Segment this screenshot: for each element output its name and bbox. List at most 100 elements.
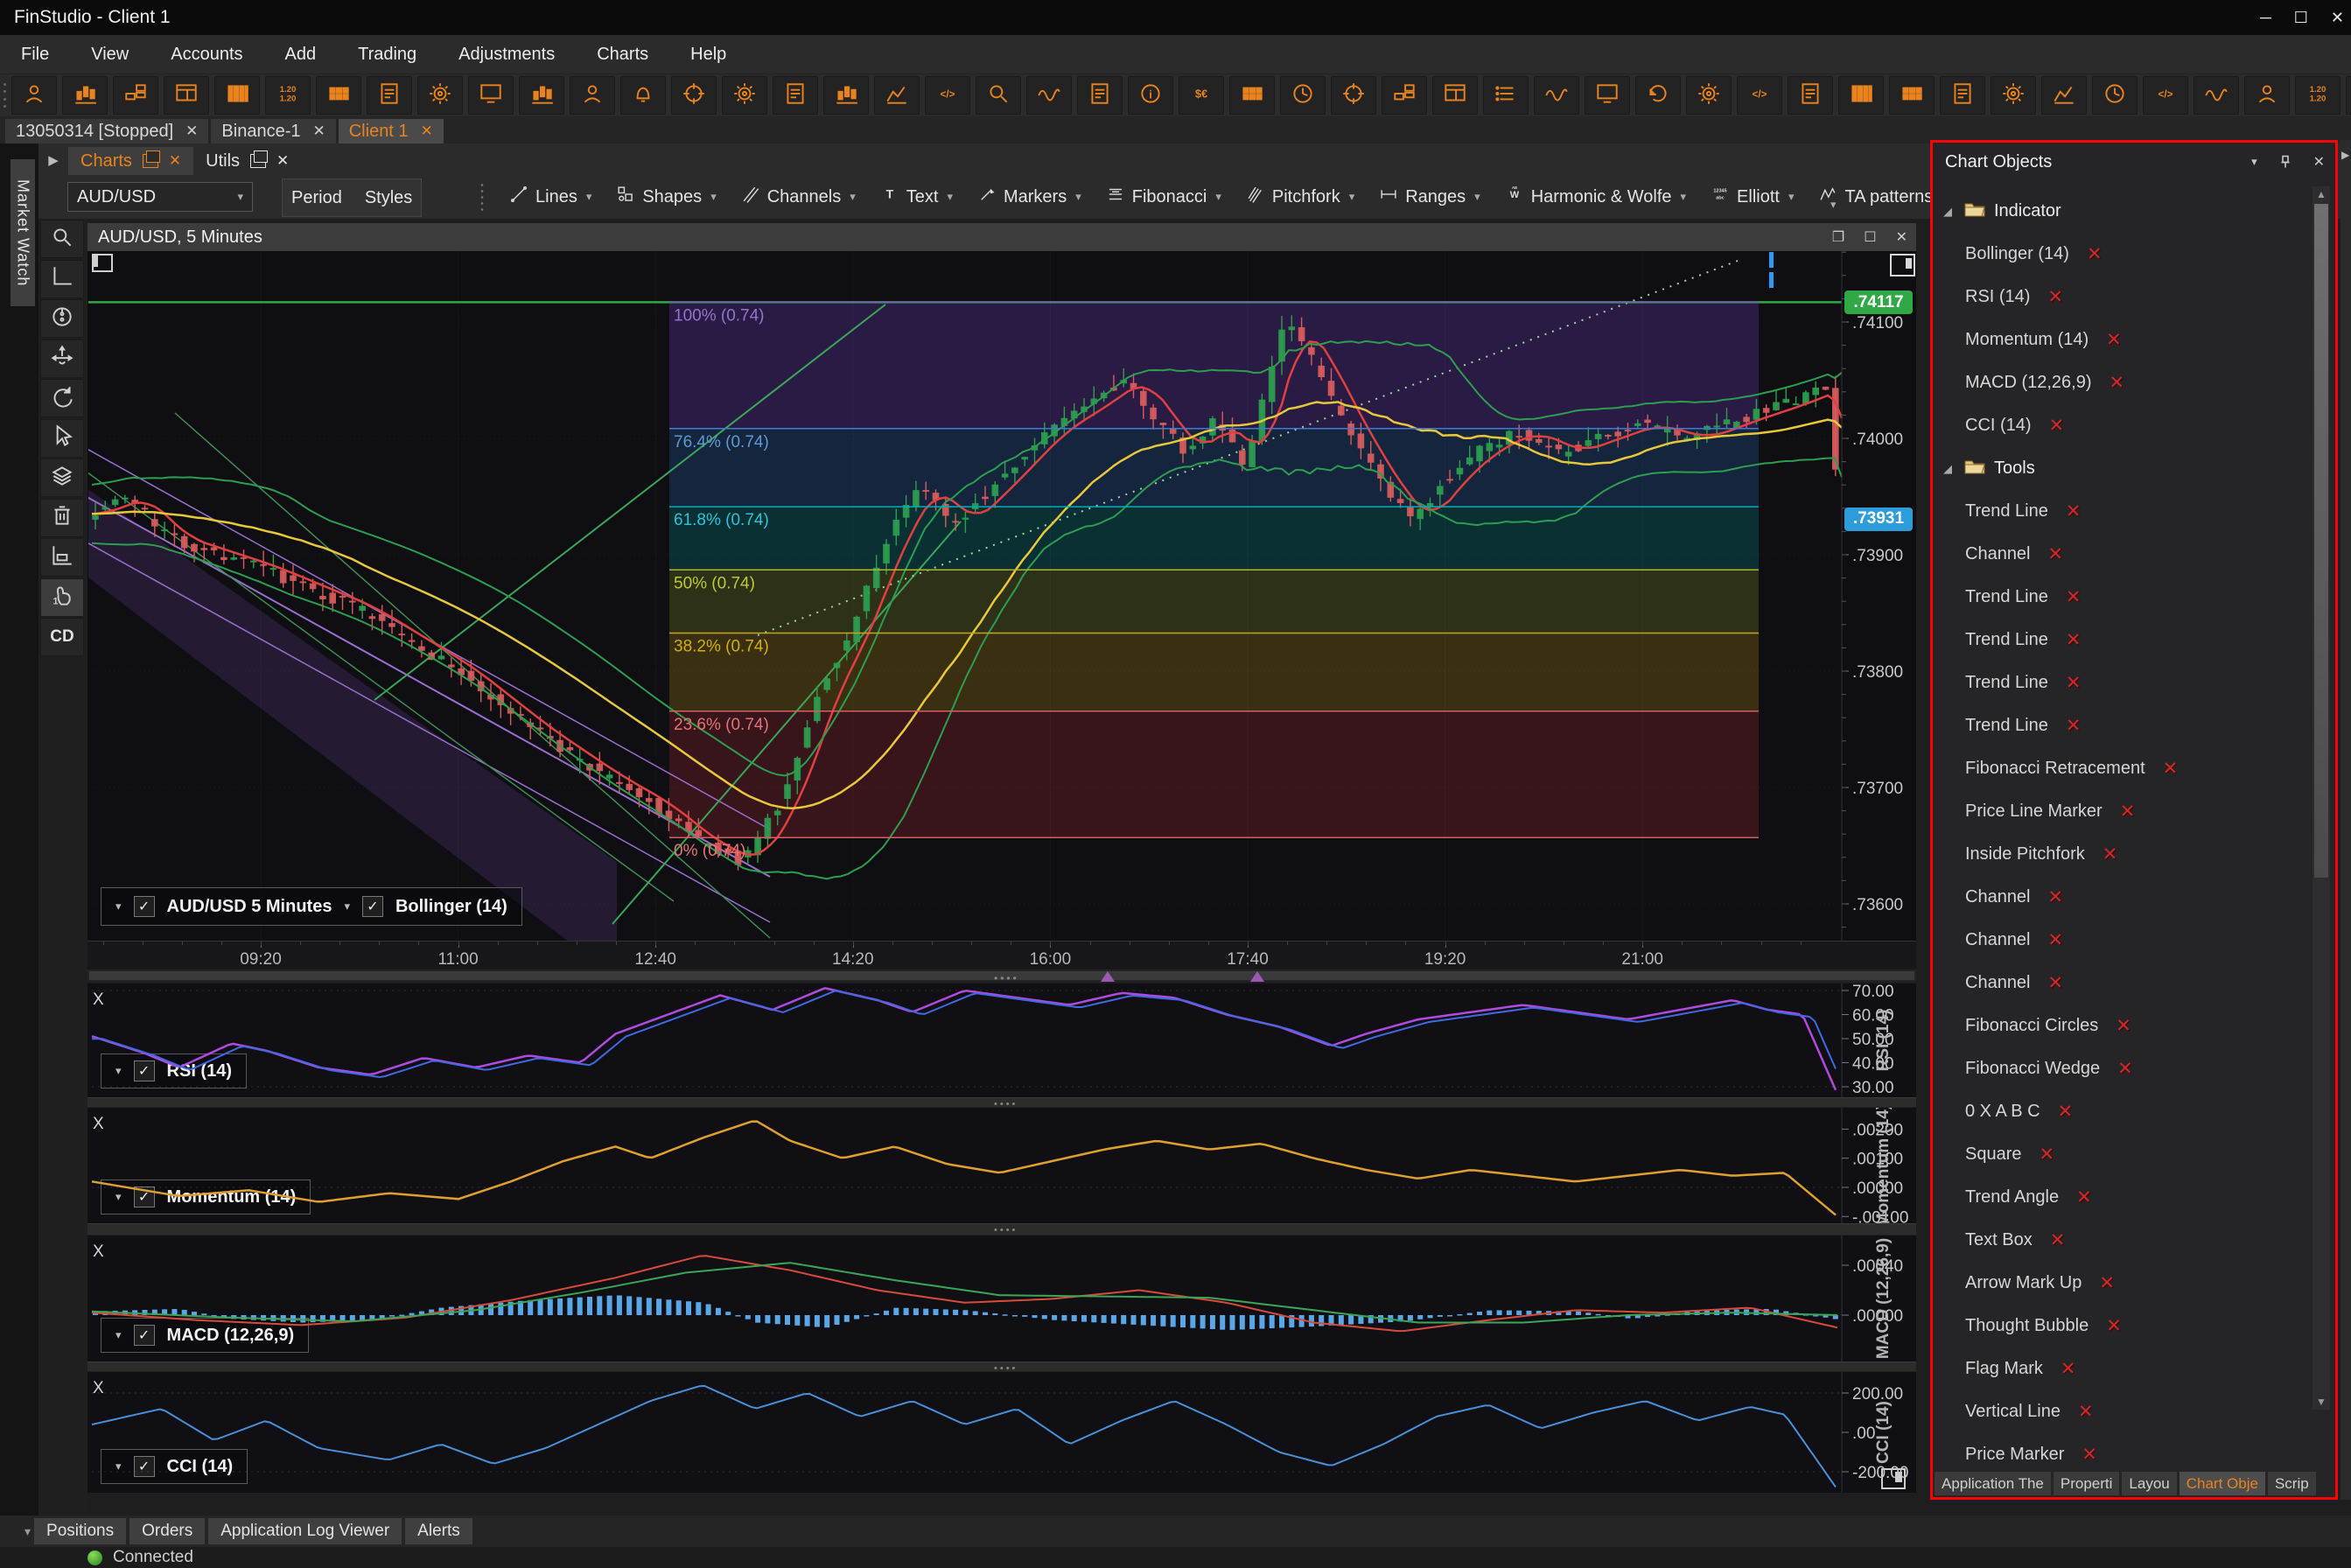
menu-trading[interactable]: Trading <box>337 35 437 74</box>
histogram-button[interactable] <box>1838 76 1884 115</box>
delete-item-icon[interactable]: ✕ <box>2066 672 2082 694</box>
horizontal-scrollbar[interactable]: •••• <box>87 970 1916 982</box>
crosshair-tool-button[interactable] <box>40 299 84 338</box>
workspace-tab-utils[interactable]: Utils✕ <box>193 147 301 175</box>
clock-run-button[interactable] <box>2092 76 2138 115</box>
code-view-button[interactable]: </> <box>925 76 970 115</box>
mini-chart-button[interactable] <box>874 76 920 115</box>
minimize-button[interactable]: ─ <box>2260 9 2271 27</box>
bottom-tab-alerts[interactable]: Alerts <box>405 1518 472 1544</box>
toolbar-grip-icon[interactable] <box>3 80 6 110</box>
chevron-down-icon[interactable]: ▾ <box>115 900 122 914</box>
delete-item-icon[interactable]: ✕ <box>2082 1444 2097 1466</box>
period-button[interactable]: Period <box>291 188 342 208</box>
numeric-grid-button[interactable] <box>1229 76 1275 115</box>
account-sync-button[interactable] <box>11 76 57 115</box>
panel-close-icon[interactable]: ✕ <box>2313 153 2325 171</box>
symbol-select[interactable]: AUD/USD ▾ <box>67 182 253 212</box>
delete-item-icon[interactable]: ✕ <box>2076 1186 2092 1208</box>
delete-item-icon[interactable]: ✕ <box>2106 329 2122 351</box>
chart-frame-button[interactable] <box>468 76 514 115</box>
delete-item-icon[interactable]: ✕ <box>2120 801 2136 822</box>
gear-run-button[interactable] <box>722 76 767 115</box>
menu-accounts[interactable]: Accounts <box>150 35 263 74</box>
settings-gear-button[interactable] <box>417 76 463 115</box>
tree-item[interactable]: MACD (12,26,9)✕ <box>1933 361 2304 404</box>
tool-harmonic-wolfe[interactable]: WᴬᴮHarmonic & Wolfe▾ <box>1496 179 1695 214</box>
panel-chart-button[interactable] <box>823 76 869 115</box>
tree-item[interactable]: Fibonacci Wedge✕ <box>1933 1047 2304 1090</box>
trend-curve-button[interactable] <box>1534 76 1579 115</box>
delete-item-icon[interactable]: ✕ <box>2048 929 2064 951</box>
doc-tab-binance-1[interactable]: Binance-1✕ <box>211 119 335 144</box>
ledger-button[interactable] <box>1788 76 1833 115</box>
tool-pitchfork[interactable]: Pitchfork▾ <box>1237 179 1363 214</box>
zoom-tool-button[interactable] <box>40 220 84 258</box>
grid-board-button[interactable] <box>1889 76 1935 115</box>
scope-settings-button[interactable] <box>1331 76 1376 115</box>
tab-close-icon[interactable]: ✕ <box>185 122 198 140</box>
delete-item-icon[interactable]: ✕ <box>2048 543 2064 565</box>
legend-checkbox[interactable]: ✓ <box>134 896 155 917</box>
delete-item-icon[interactable]: ✕ <box>2061 1358 2076 1380</box>
tree-item[interactable]: Square✕ <box>1933 1133 2304 1176</box>
tree-item[interactable]: Fibonacci Circles✕ <box>1933 1004 2304 1047</box>
tree-item[interactable]: Trend Line✕ <box>1933 576 2304 619</box>
menu-help[interactable]: Help <box>669 35 747 74</box>
bottom-tabs-menu-icon[interactable]: ▾ <box>24 1524 31 1539</box>
tool-text[interactable]: TText▾ <box>871 179 962 214</box>
pan-tool-button[interactable] <box>40 340 84 378</box>
wave-line-button[interactable] <box>2194 76 2239 115</box>
maximize-button[interactable]: ☐ <box>2294 9 2308 27</box>
delete-item-icon[interactable]: ✕ <box>2087 243 2103 265</box>
doc-tab-13050314[interactable]: 13050314 [Stopped]✕ <box>5 119 208 144</box>
tree-item[interactable]: 0 X A B C✕ <box>1933 1090 2304 1133</box>
styles-button[interactable]: Styles <box>365 188 412 208</box>
doc-tab-client[interactable]: Client 1✕ <box>339 119 444 144</box>
panel-scrollbar[interactable]: ▲▼ <box>2313 186 2330 1410</box>
tree-item[interactable]: Trend Line✕ <box>1933 662 2304 704</box>
cursor-tool-button[interactable] <box>40 419 84 458</box>
bottom-tab-positions[interactable]: Positions <box>34 1518 126 1544</box>
measure-tool-button[interactable] <box>40 538 84 577</box>
list-view-button[interactable] <box>1483 76 1529 115</box>
pause-icon[interactable] <box>1769 252 1783 268</box>
refresh-tool-button[interactable] <box>40 379 84 417</box>
delete-item-icon[interactable]: ✕ <box>2163 758 2179 780</box>
panel-splitter[interactable]: •••• <box>87 1223 1916 1236</box>
bottom-tab-application-log-viewer[interactable]: Application Log Viewer <box>208 1518 402 1544</box>
bar-blocks-button[interactable] <box>1382 76 1427 115</box>
quote-board-button[interactable]: 1.201.20 <box>265 76 311 115</box>
tree-item[interactable]: Channel✕ <box>1933 876 2304 919</box>
delete-item-icon[interactable]: ✕ <box>2040 1144 2055 1166</box>
panel-splitter[interactable]: •••• <box>87 1362 1916 1372</box>
dashboard-button[interactable] <box>1432 76 1478 115</box>
tree-item[interactable]: Channel✕ <box>1933 919 2304 962</box>
new-candle-chart-button[interactable] <box>62 76 108 115</box>
chart-maximize-icon[interactable]: ☐ <box>1864 228 1876 246</box>
info-button[interactable]: i <box>1128 76 1173 115</box>
doc-edit-button[interactable] <box>1940 76 1985 115</box>
chevron-down-icon[interactable]: ▾ <box>344 900 350 914</box>
tree-item[interactable]: Fibonacci Retracement✕ <box>1933 747 2304 790</box>
delete-item-icon[interactable]: ✕ <box>2078 1401 2094 1423</box>
layout-horizontal-button[interactable] <box>113 76 158 115</box>
chart-sync-button[interactable] <box>1635 76 1681 115</box>
tool-shapes[interactable]: Shapes▾ <box>607 179 724 214</box>
gear-chart-button[interactable] <box>1991 76 2036 115</box>
market-watch-tab[interactable]: Market Watch <box>10 159 35 306</box>
tree-group-indicator[interactable]: ◢Indicator <box>1933 190 2304 233</box>
tab-close-icon[interactable]: ✕ <box>421 122 433 140</box>
tree-item[interactable]: Arrow Mark Up✕ <box>1933 1262 2304 1305</box>
tree-group-tools[interactable]: ◢Tools <box>1933 447 2304 490</box>
tree-expander-icon[interactable]: ◢ <box>1943 462 1957 476</box>
delete-item-icon[interactable]: ✕ <box>2048 972 2064 994</box>
tree-item[interactable]: RSI (14)✕ <box>1933 276 2304 318</box>
menu-file[interactable]: File <box>0 35 70 74</box>
panel-menu-icon[interactable]: ▾ <box>2251 155 2257 169</box>
wave-chart-button[interactable] <box>1026 76 1072 115</box>
node-settings-button[interactable] <box>1686 76 1732 115</box>
market-grid-button[interactable] <box>316 76 361 115</box>
delete-item-icon[interactable]: ✕ <box>2066 629 2082 651</box>
strategy-chart-button[interactable] <box>519 76 564 115</box>
